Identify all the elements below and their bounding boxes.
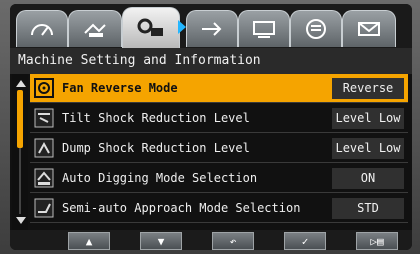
item-value: STD [332,197,404,219]
gauge-icon [31,24,53,36]
item-value: Reverse [332,77,404,99]
item-value: ON [332,167,404,189]
list-item-auto-digging[interactable]: Auto Digging Mode Selection ON [30,164,408,193]
item-label: Semi-auto Approach Mode Selection [62,201,301,215]
list-item-fan-reverse-mode[interactable]: Fan Reverse Mode Reverse [30,74,408,103]
item-label: Tilt Shock Reduction Level [62,111,250,125]
list-item-semi-auto-approach[interactable]: Semi-auto Approach Mode Selection STD [30,194,408,223]
device-frame: Machine Setting and Information Fan Reve… [0,0,420,254]
mail-icon [358,22,380,36]
scroll-down-icon[interactable] [16,217,26,224]
play-list-icon: ▷▤ [370,234,384,248]
item-label: Dump Shock Reduction Level [62,141,250,155]
monitor-icon [253,21,275,38]
machine-settings-icon [137,18,163,36]
tab-list[interactable] [290,10,342,47]
scroll-up-icon[interactable] [16,80,26,87]
hand-settings-icon [84,23,106,37]
settings-list: Fan Reverse Mode Reverse Tilt Shock Redu… [10,74,412,230]
tab-monitor[interactable] [238,10,290,47]
arrow-icon [202,22,222,36]
tab-bar [10,4,412,48]
tab-mail[interactable] [342,10,396,47]
screen: Machine Setting and Information Fan Reve… [10,4,412,250]
up-arrow-icon: ▲ [85,234,93,248]
list-item-tilt-shock[interactable]: Tilt Shock Reduction Level Level Low [30,104,408,133]
tab-gauge[interactable] [16,10,68,47]
up-button[interactable]: ▲ [68,232,110,250]
check-icon: ✓ [301,234,309,248]
tab-hand-settings[interactable] [68,10,122,47]
page-title: Machine Setting and Information [10,48,412,74]
fan-icon [34,78,54,98]
item-value: Level Low [332,137,404,159]
next-page-button[interactable]: ▷▤ [356,232,398,250]
return-button[interactable]: ↶ [212,232,254,250]
bottom-button-bar: ▲ ▼ ↶ ✓ ▷▤ [10,230,412,250]
list-icon [306,19,326,39]
list-item-dump-shock[interactable]: Dump Shock Reduction Level Level Low [30,134,408,163]
auto-dig-icon [34,168,54,188]
tab-arrow[interactable] [186,10,238,47]
tab-machine-settings[interactable] [122,7,180,48]
dump-icon [34,138,54,158]
approach-icon [34,198,54,218]
tab-pointer-arrow [178,20,186,34]
item-label: Auto Digging Mode Selection [62,171,258,185]
scrollbar[interactable] [12,74,28,230]
item-label: Fan Reverse Mode [62,81,178,95]
down-button[interactable]: ▼ [140,232,182,250]
tilt-icon [34,108,54,128]
item-value: Level Low [332,107,404,129]
return-icon: ↶ [229,234,237,248]
scroll-thumb[interactable] [17,90,23,148]
confirm-button[interactable]: ✓ [284,232,326,250]
down-arrow-icon: ▼ [157,234,165,248]
